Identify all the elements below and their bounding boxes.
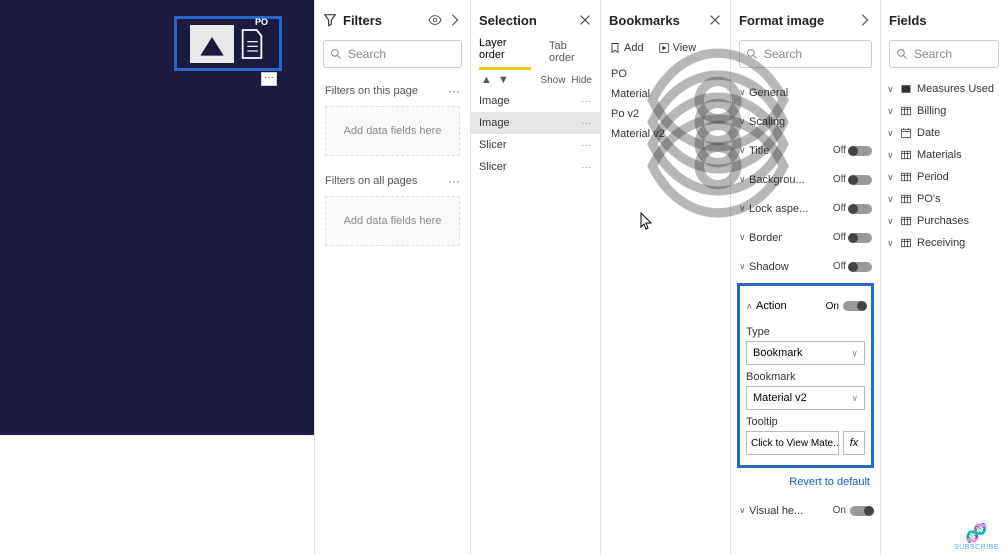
subscribe-watermark: 🧬 SUBSCRIBE: [954, 523, 999, 551]
visual-image-thumb: [190, 25, 234, 63]
tab-layer-order[interactable]: Layer order: [479, 37, 531, 70]
field-label: Purchases: [917, 215, 969, 227]
selection-show[interactable]: Show: [540, 75, 565, 86]
action-type-label: Type: [746, 326, 865, 338]
visual-more-options[interactable]: ···: [261, 72, 277, 86]
toggle[interactable]: [850, 204, 872, 214]
filters-expand-icon[interactable]: [448, 13, 462, 27]
selection-items: Image··· Image··· Slicer··· Slicer···: [471, 90, 600, 178]
table-icon: [900, 193, 912, 205]
item-more[interactable]: ···: [580, 162, 592, 173]
action-tooltip-fx[interactable]: fx: [843, 431, 865, 455]
action-tooltip-label: Tooltip: [746, 416, 865, 428]
fields-title: Fields: [889, 13, 999, 28]
table-icon: [900, 215, 912, 227]
table-icon: [900, 149, 912, 161]
filters-section-all: Filters on all pages: [325, 175, 417, 187]
field-item[interactable]: ∨Period: [881, 166, 1007, 188]
toggle[interactable]: [850, 262, 872, 272]
fmt-action[interactable]: ∧ Action On: [746, 292, 865, 320]
filters-all-dropzone[interactable]: Add data fields here: [325, 196, 460, 246]
format-revert[interactable]: Revert to default: [731, 474, 880, 496]
toggle[interactable]: [850, 146, 872, 156]
selection-title: Selection: [479, 13, 572, 28]
funnel-icon: [323, 13, 337, 27]
search-icon: [330, 48, 342, 60]
filters-section-all-more[interactable]: ···: [448, 174, 460, 188]
chevron-down-icon: ∨: [851, 348, 858, 359]
field-item[interactable]: ∨Date: [881, 122, 1007, 144]
toggle[interactable]: [850, 233, 872, 243]
field-label: Receiving: [917, 237, 965, 249]
toggle[interactable]: [850, 506, 872, 516]
field-label: Billing: [917, 105, 946, 117]
report-canvas[interactable]: PO ···: [0, 0, 314, 555]
field-item[interactable]: ∨Materials: [881, 144, 1007, 166]
table-icon: [900, 105, 912, 117]
layer-move-up[interactable]: ▲: [479, 74, 494, 86]
selection-pane: Selection Layer order Tab order ▲▼ Show …: [470, 0, 600, 555]
toggle[interactable]: [850, 175, 872, 185]
filters-section-page: Filters on this page: [325, 85, 418, 97]
visual-doc-label: PO: [255, 17, 268, 27]
action-type-dropdown[interactable]: Bookmark∨: [746, 341, 865, 365]
visual-doc-icon: PO: [238, 27, 266, 61]
field-item[interactable]: ∨Billing: [881, 100, 1007, 122]
field-label: Materials: [917, 149, 962, 161]
filters-page-dropzone[interactable]: Add data fields here: [325, 106, 460, 156]
field-item[interactable]: ∨Receiving: [881, 232, 1007, 254]
canvas-footer: [0, 435, 314, 555]
format-action-section: ∧ Action On Type Bookmark∨ Bookmark Mate…: [737, 283, 874, 468]
filters-preview-icon[interactable]: [428, 13, 442, 27]
filters-search[interactable]: Search: [323, 40, 462, 68]
field-item[interactable]: ∨Measures Used: [881, 78, 1007, 100]
chevron-down-icon: ∨: [851, 393, 858, 404]
filters-search-placeholder: Search: [348, 47, 386, 61]
action-bookmark-dropdown[interactable]: Material v2∨: [746, 386, 865, 410]
fields-search[interactable]: Search: [889, 40, 999, 68]
toggle-action[interactable]: [843, 301, 865, 311]
field-label: PO's: [917, 193, 941, 205]
field-label: Period: [917, 171, 949, 183]
action-bookmark-label: Bookmark: [746, 371, 865, 383]
action-tooltip-input[interactable]: Click to View Mate...: [746, 431, 839, 455]
fmt-visual-header[interactable]: ∨Visual he...On: [731, 496, 880, 525]
table-icon: [900, 171, 912, 183]
eye-icon[interactable]: [568, 91, 580, 244]
field-item[interactable]: ∨Purchases: [881, 210, 1007, 232]
fields-pane: Fields Search ∨Measures Used∨Billing∨Dat…: [880, 0, 1007, 555]
field-item[interactable]: ∨PO's: [881, 188, 1007, 210]
layer-move-down[interactable]: ▼: [496, 74, 511, 86]
filters-title: Filters: [343, 13, 422, 28]
field-label: Measures Used: [917, 83, 994, 95]
field-label: Date: [917, 127, 940, 139]
table-icon: [900, 237, 912, 249]
filters-section-page-more[interactable]: ···: [448, 84, 460, 98]
filters-pane: Filters Search Filters on this page ··· …: [314, 0, 470, 555]
selection-item[interactable]: Slicer···: [471, 156, 600, 178]
dna-icon: 🧬: [954, 523, 999, 544]
search-icon: [896, 48, 908, 60]
date-icon: [900, 127, 912, 139]
measures-icon: [900, 83, 912, 95]
canvas-visual-image[interactable]: PO ···: [174, 16, 282, 71]
fmt-shadow[interactable]: ∨ShadowOff: [731, 252, 880, 281]
